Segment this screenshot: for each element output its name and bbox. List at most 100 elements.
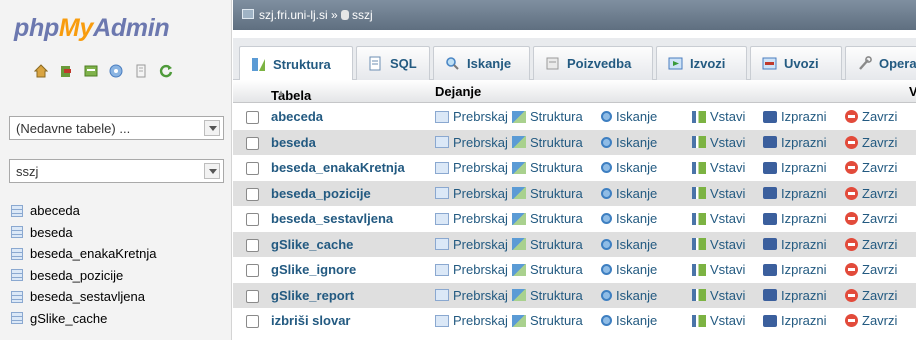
search-link[interactable]: Iskanje — [601, 109, 657, 124]
insert-link[interactable]: Vstavi — [692, 211, 745, 226]
sidebar-table-item[interactable]: beseda — [11, 222, 157, 244]
search-link[interactable]: Iskanje — [601, 211, 657, 226]
structure-link[interactable]: Struktura — [512, 135, 583, 150]
drop-link[interactable]: Zavrzi — [845, 186, 897, 201]
chevron-down-icon[interactable] — [204, 163, 220, 179]
tab-import[interactable]: Uvozi — [750, 46, 842, 80]
table-name-link[interactable]: gSlike_report — [271, 288, 354, 303]
table-name-link[interactable]: beseda — [271, 135, 316, 150]
insert-link[interactable]: Vstavi — [692, 313, 745, 328]
phpmyadmin-logo[interactable]: phpMyAdmin — [14, 14, 170, 43]
insert-link[interactable]: Vstavi — [692, 288, 745, 303]
tab-export[interactable]: Izvozi — [656, 46, 747, 80]
structure-link[interactable]: Struktura — [512, 109, 583, 124]
search-link[interactable]: Iskanje — [601, 186, 657, 201]
empty-link[interactable]: Izprazni — [763, 262, 827, 277]
drop-link[interactable]: Zavrzi — [845, 160, 897, 175]
documentation-icon[interactable] — [109, 64, 123, 78]
tab-sql[interactable]: SQL — [356, 46, 430, 80]
search-link[interactable]: Iskanje — [601, 313, 657, 328]
structure-link[interactable]: Struktura — [512, 313, 583, 328]
drop-link[interactable]: Zavrzi — [845, 262, 897, 277]
drop-link[interactable]: Zavrzi — [845, 109, 897, 124]
drop-link[interactable]: Zavrzi — [845, 211, 897, 226]
row-checkbox[interactable] — [246, 187, 259, 201]
browse-link[interactable]: Prebrskaj — [435, 262, 508, 277]
empty-link[interactable]: Izprazni — [763, 109, 827, 124]
exit-icon[interactable] — [59, 64, 73, 78]
empty-link[interactable]: Izprazni — [763, 186, 827, 201]
empty-link[interactable]: Izprazni — [763, 288, 827, 303]
drop-link[interactable]: Zavrzi — [845, 288, 897, 303]
structure-link[interactable]: Struktura — [512, 237, 583, 252]
search-link[interactable]: Iskanje — [601, 288, 657, 303]
structure-link[interactable]: Struktura — [512, 186, 583, 201]
breadcrumb-server[interactable]: szj.fri.uni-lj.si — [259, 8, 328, 22]
sidebar-table-item[interactable]: abeceda — [11, 200, 157, 222]
table-name-link[interactable]: gSlike_cache — [271, 237, 353, 252]
empty-link[interactable]: Izprazni — [763, 135, 827, 150]
home-icon[interactable] — [33, 64, 49, 78]
row-checkbox[interactable] — [246, 213, 259, 226]
browse-link[interactable]: Prebrskaj — [435, 160, 508, 175]
sidebar-table-item[interactable]: gSlike_cache — [11, 308, 157, 330]
empty-link[interactable]: Izprazni — [763, 313, 827, 328]
table-name-link[interactable]: izbriši slovar — [271, 313, 350, 328]
search-link[interactable]: Iskanje — [601, 135, 657, 150]
breadcrumb-database[interactable]: sszj — [352, 8, 373, 22]
row-checkbox[interactable] — [246, 111, 259, 124]
docs-page-icon[interactable] — [134, 64, 148, 78]
insert-link[interactable]: Vstavi — [692, 237, 745, 252]
tab-search[interactable]: Iskanje — [433, 46, 530, 80]
drop-link[interactable]: Zavrzi — [845, 313, 897, 328]
insert-link[interactable]: Vstavi — [692, 262, 745, 277]
table-name-link[interactable]: beseda_pozicije — [271, 186, 371, 201]
empty-link[interactable]: Izprazni — [763, 160, 827, 175]
table-name-link[interactable]: beseda_sestavljena — [271, 211, 393, 226]
search-link[interactable]: Iskanje — [601, 262, 657, 277]
structure-link[interactable]: Struktura — [512, 211, 583, 226]
structure-icon — [512, 187, 526, 199]
row-checkbox[interactable] — [246, 315, 259, 328]
tab-structure[interactable]: Struktura — [239, 46, 353, 81]
structure-link[interactable]: Struktura — [512, 160, 583, 175]
table-name-link[interactable]: beseda_enakaKretnja — [271, 160, 405, 175]
insert-link[interactable]: Vstavi — [692, 160, 745, 175]
row-checkbox[interactable] — [246, 264, 259, 277]
insert-link-label: Vstavi — [710, 109, 746, 124]
browse-link[interactable]: Prebrskaj — [435, 109, 508, 124]
search-link[interactable]: Iskanje — [601, 160, 657, 175]
database-select[interactable]: sszj — [9, 159, 224, 183]
empty-link[interactable]: Izprazni — [763, 237, 827, 252]
insert-link[interactable]: Vstavi — [692, 135, 745, 150]
browse-link[interactable]: Prebrskaj — [435, 237, 508, 252]
row-checkbox[interactable] — [246, 136, 259, 150]
structure-link[interactable]: Struktura — [512, 288, 583, 303]
tab-operations[interactable]: Opera — [845, 46, 916, 80]
row-checkbox[interactable] — [246, 289, 259, 303]
query-window-icon[interactable] — [84, 64, 98, 78]
browse-link[interactable]: Prebrskaj — [435, 288, 508, 303]
row-checkbox[interactable] — [246, 162, 259, 175]
sidebar-table-item[interactable]: beseda_pozicije — [11, 265, 157, 287]
insert-link[interactable]: Vstavi — [692, 186, 745, 201]
browse-link[interactable]: Prebrskaj — [435, 313, 508, 328]
browse-link[interactable]: Prebrskaj — [435, 135, 508, 150]
reload-icon[interactable] — [159, 64, 173, 78]
chevron-down-icon[interactable] — [204, 120, 220, 136]
browse-link[interactable]: Prebrskaj — [435, 211, 508, 226]
empty-link[interactable]: Izprazni — [763, 211, 827, 226]
sidebar-table-item[interactable]: beseda_sestavljena — [11, 286, 157, 308]
browse-link[interactable]: Prebrskaj — [435, 186, 508, 201]
insert-link[interactable]: Vstavi — [692, 109, 745, 124]
search-link[interactable]: Iskanje — [601, 237, 657, 252]
table-name-link[interactable]: gSlike_ignore — [271, 262, 356, 277]
sidebar-table-item[interactable]: beseda_enakaKretnja — [11, 243, 157, 265]
table-name-link[interactable]: abeceda — [271, 109, 323, 124]
row-checkbox[interactable] — [246, 238, 259, 252]
tab-query[interactable]: Poizvedba — [533, 46, 653, 80]
drop-link[interactable]: Zavrzi — [845, 135, 897, 150]
structure-link[interactable]: Struktura — [512, 262, 583, 277]
recent-tables-select[interactable]: (Nedavne tabele) ... — [9, 116, 224, 140]
drop-link[interactable]: Zavrzi — [845, 237, 897, 252]
